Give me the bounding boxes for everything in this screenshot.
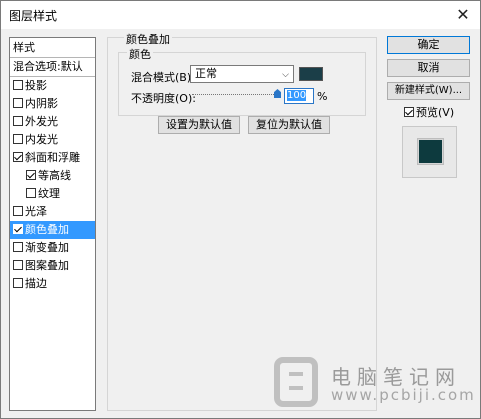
preview-check[interactable]: [404, 107, 414, 117]
style-item-label: 光泽: [25, 205, 47, 218]
style-item-outer-glow[interactable]: 外发光: [10, 113, 95, 131]
checkbox-drop-shadow[interactable]: [13, 80, 23, 90]
style-item-drop-shadow[interactable]: 投影: [10, 77, 95, 95]
style-item-label: 投影: [25, 79, 47, 92]
opacity-value: 100: [287, 90, 307, 101]
opacity-label: 不透明度(O):: [131, 92, 196, 105]
blend-mode-label: 混合模式(B):: [131, 71, 195, 84]
checkbox-outer-glow[interactable]: [13, 116, 23, 126]
style-item-color-overlay[interactable]: 颜色叠加: [10, 221, 95, 239]
checkbox-bevel-emboss[interactable]: [13, 152, 23, 162]
watermark-url: www.pcbiji.com: [331, 386, 476, 404]
checkbox-contour[interactable]: [26, 170, 36, 180]
style-item-label: 纹理: [38, 187, 60, 200]
checkbox-texture[interactable]: [26, 188, 36, 198]
overlay-color-swatch[interactable]: [299, 67, 323, 81]
style-item-label: 图案叠加: [25, 259, 69, 272]
style-item-texture[interactable]: 纹理: [10, 185, 95, 203]
opacity-slider-track[interactable]: [192, 94, 276, 95]
preview-checkbox[interactable]: 预览(V): [404, 104, 454, 120]
blend-options-item[interactable]: 混合选项:默认: [10, 58, 95, 77]
style-item-label: 斜面和浮雕: [25, 151, 80, 164]
window-title: 图层样式: [9, 9, 58, 23]
style-item-pattern-overlay[interactable]: 图案叠加: [10, 257, 95, 275]
blend-mode-value: 正常: [195, 67, 217, 80]
opacity-unit: %: [317, 90, 328, 103]
chevron-down-icon: ⌵: [282, 70, 289, 80]
color-overlay-group: 颜色叠加 颜色 混合模式(B): 正常 ⌵ 不透明度(O): 100 % 设置为…: [107, 31, 377, 411]
close-icon[interactable]: ✕: [452, 4, 474, 26]
preview-label: 预览(V): [416, 106, 455, 119]
ok-button[interactable]: 确定: [387, 36, 470, 54]
new-style-button[interactable]: 新建样式(W)...: [387, 82, 470, 100]
set-default-button[interactable]: 设置为默认值: [158, 116, 240, 134]
style-item-label: 等高线: [38, 169, 71, 182]
checkbox-stroke[interactable]: [13, 278, 23, 288]
style-preview: [402, 126, 457, 178]
style-item-label: 颜色叠加: [25, 223, 69, 236]
styles-header: 样式: [10, 38, 95, 58]
checkbox-gradient-overlay[interactable]: [13, 242, 23, 252]
style-item-contour[interactable]: 等高线: [10, 167, 95, 185]
style-item-label: 外发光: [25, 115, 58, 128]
style-item-label: 渐变叠加: [25, 241, 69, 254]
checkbox-pattern-overlay[interactable]: [13, 260, 23, 270]
style-item-label: 内发光: [25, 133, 58, 146]
style-item-stroke[interactable]: 描边: [10, 275, 95, 293]
style-item-bevel-emboss[interactable]: 斜面和浮雕: [10, 149, 95, 167]
group-title: 颜色叠加: [124, 31, 172, 47]
layer-style-dialog: 图层样式 ✕ 样式 混合选项:默认 投影 内阴影 外发光 内发光 斜面和浮雕 等…: [0, 0, 481, 419]
style-item-gradient-overlay[interactable]: 渐变叠加: [10, 239, 95, 257]
blend-mode-select[interactable]: 正常 ⌵: [190, 65, 294, 83]
style-item-inner-glow[interactable]: 内发光: [10, 131, 95, 149]
style-item-inner-shadow[interactable]: 内阴影: [10, 95, 95, 113]
styles-list: 样式 混合选项:默认 投影 内阴影 外发光 内发光 斜面和浮雕 等高线 纹理 光…: [9, 37, 96, 411]
style-item-satin[interactable]: 光泽: [10, 203, 95, 221]
reset-default-button[interactable]: 复位为默认值: [248, 116, 330, 134]
watermark-logo-icon: [274, 357, 318, 407]
checkbox-satin[interactable]: [13, 206, 23, 216]
checkbox-color-overlay[interactable]: [13, 224, 23, 234]
title-bar: 图层样式 ✕: [1, 1, 480, 29]
style-item-label: 内阴影: [25, 97, 58, 110]
subgroup-title: 颜色: [127, 46, 153, 62]
checkbox-inner-shadow[interactable]: [13, 98, 23, 108]
opacity-input[interactable]: 100: [284, 88, 314, 104]
preview-swatch: [417, 138, 444, 165]
checkbox-inner-glow[interactable]: [13, 134, 23, 144]
cancel-button[interactable]: 取消: [387, 59, 470, 77]
style-item-label: 描边: [25, 277, 47, 290]
